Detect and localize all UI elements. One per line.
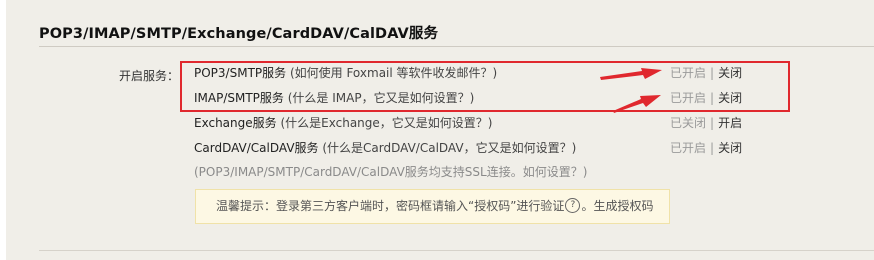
annotation-arrow-icon	[613, 95, 661, 113]
annotation-arrows	[600, 68, 662, 113]
annotation-arrow-icon	[600, 68, 662, 80]
